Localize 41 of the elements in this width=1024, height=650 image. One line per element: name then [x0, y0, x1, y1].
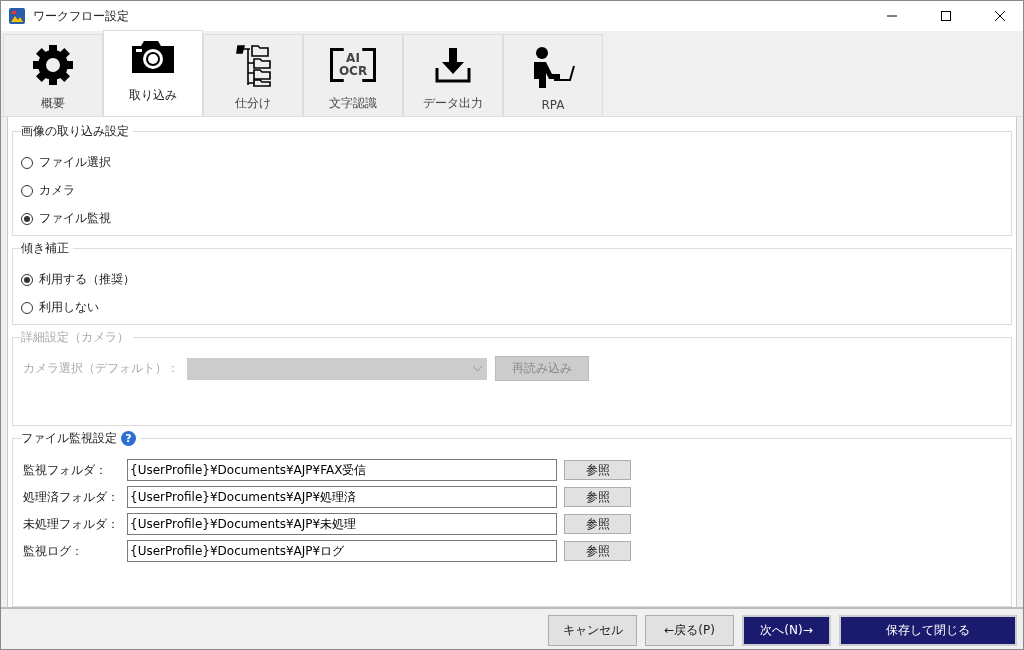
camera-icon [130, 39, 176, 75]
folder-label: 監視ログ： [23, 542, 84, 560]
folder-label: 監視フォルダ： [23, 461, 108, 479]
folder-label: 未処理フォルダ： [23, 515, 120, 533]
footer-button[interactable]: 次へ(N)→ [742, 614, 831, 646]
path-field[interactable]: {UserProfile}¥Documents¥AJP¥ログ [127, 540, 557, 562]
footer-button[interactable]: キャンセル [548, 614, 637, 646]
ocr-icon: AI OCR [329, 48, 377, 82]
tab[interactable]: 仕分け [203, 34, 303, 116]
camera-select-label: カメラ選択（デフォルト）： [23, 360, 179, 377]
group-title: 画像の取り込み設定 [21, 123, 129, 140]
download-icon [434, 46, 472, 84]
tab[interactable]: AI OCR 文字認識 [303, 34, 403, 116]
chevron-down-icon [473, 365, 482, 372]
gear-icon [32, 44, 74, 86]
help-icon[interactable]: ? [121, 431, 136, 446]
radio-option[interactable]: ファイル選択 [21, 154, 1003, 171]
group-title: 詳細設定（カメラ） [21, 329, 129, 346]
radio-option[interactable]: 利用しない [21, 299, 1003, 316]
tab[interactable]: 概要 [3, 34, 103, 116]
app-icon [9, 8, 25, 24]
window-title: ワークフロー設定 [33, 7, 130, 25]
path-field[interactable]: {UserProfile}¥Documents¥AJP¥処理済 [127, 486, 557, 508]
footer-button[interactable]: ←戻る(P) [645, 614, 734, 646]
path-field[interactable]: {UserProfile}¥Documents¥AJP¥FAX受信 [127, 459, 557, 481]
radio-option[interactable]: 利用する（推奨） [21, 271, 1003, 288]
browse-button[interactable]: 参照 [564, 460, 631, 480]
tab[interactable]: RPA [503, 34, 603, 116]
group-title: 傾き補正 [21, 240, 69, 257]
group-title: ファイル監視設定 [21, 430, 117, 447]
path-field[interactable]: {UserProfile}¥Documents¥AJP¥未処理 [127, 513, 557, 535]
browse-button[interactable]: 参照 [564, 514, 631, 534]
folder-tree-icon [234, 43, 272, 87]
footer-button[interactable]: 保存して閉じる [839, 614, 1017, 646]
browse-button[interactable]: 参照 [564, 541, 631, 561]
tab[interactable]: 取り込み [103, 30, 203, 116]
folder-label: 処理済フォルダ： [23, 488, 120, 506]
tab[interactable]: データ出力 [403, 34, 503, 116]
browse-button[interactable]: 参照 [564, 487, 631, 507]
radio-option[interactable]: カメラ [21, 182, 1003, 199]
radio-option[interactable]: ファイル監視 [21, 210, 1003, 227]
